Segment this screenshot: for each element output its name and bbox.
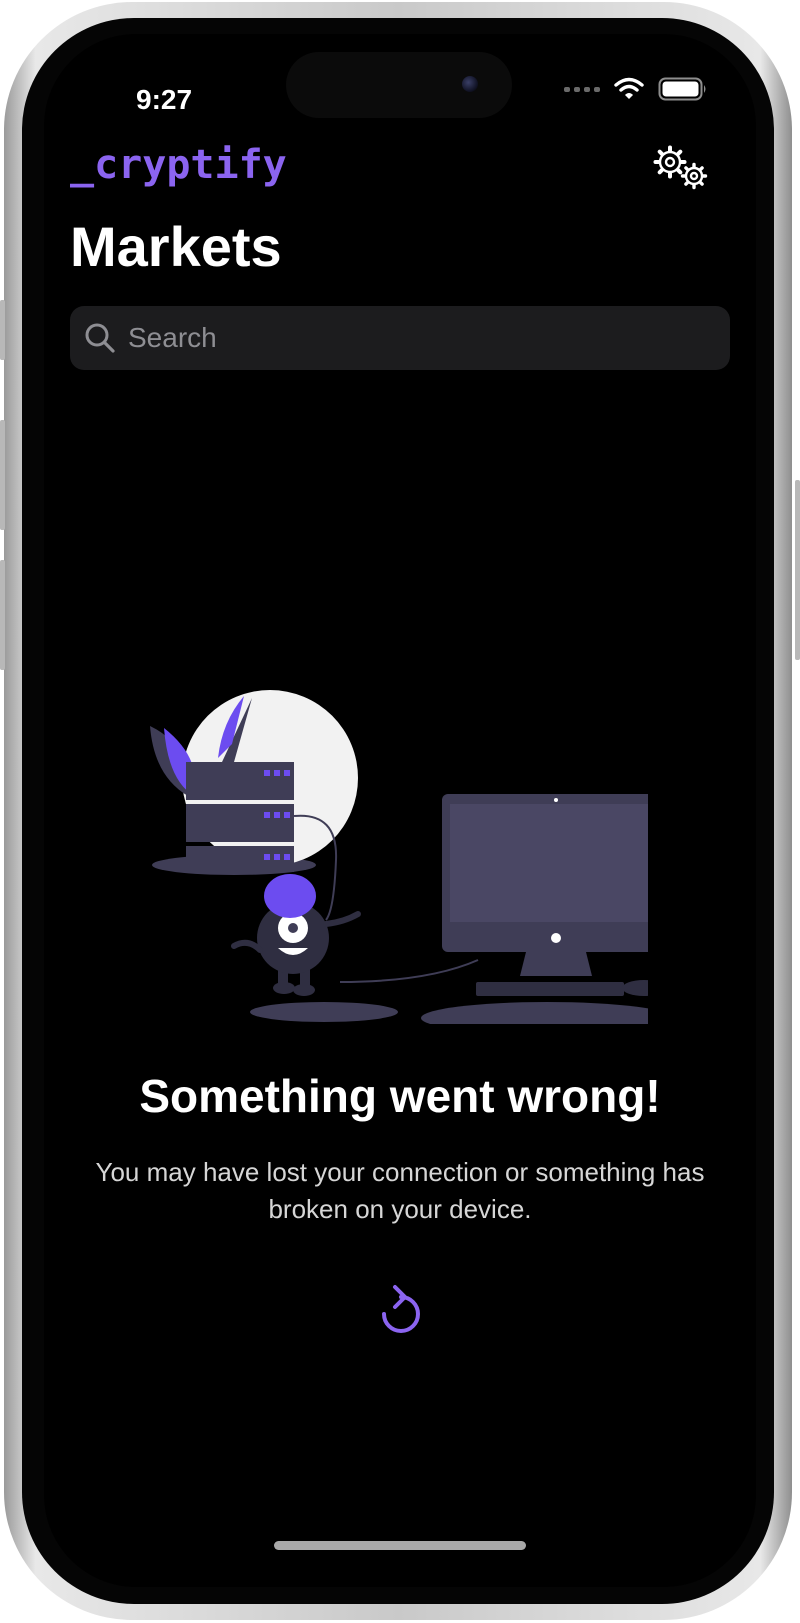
device-power-button [795, 480, 800, 660]
search-field[interactable]: Search [70, 306, 730, 370]
device-volume-down-button [0, 560, 5, 670]
error-title: Something went wrong! [139, 1070, 661, 1122]
settings-gears-icon[interactable] [652, 144, 710, 192]
page-title: Markets [70, 215, 282, 278]
device-action-button [0, 300, 5, 360]
battery-icon [658, 77, 706, 101]
search-icon [85, 323, 115, 353]
app-logo: _cryptify [70, 142, 287, 188]
dynamic-island [286, 52, 512, 118]
search-placeholder: Search [128, 322, 217, 353]
app-screen: 9:27 _cryptify Markets Search Something … [44, 34, 756, 1587]
home-indicator[interactable] [274, 1541, 526, 1550]
retry-icon[interactable] [370, 1282, 430, 1348]
device-volume-up-button [0, 420, 5, 530]
cellular-signal-icon [564, 86, 600, 92]
server-down-illustration [150, 690, 648, 1024]
front-camera [462, 76, 478, 92]
wifi-icon [614, 77, 644, 99]
error-message: You may have lost your connection or som… [95, 1157, 705, 1224]
status-time: 9:27 [136, 84, 193, 115]
status-indicators [564, 74, 708, 104]
